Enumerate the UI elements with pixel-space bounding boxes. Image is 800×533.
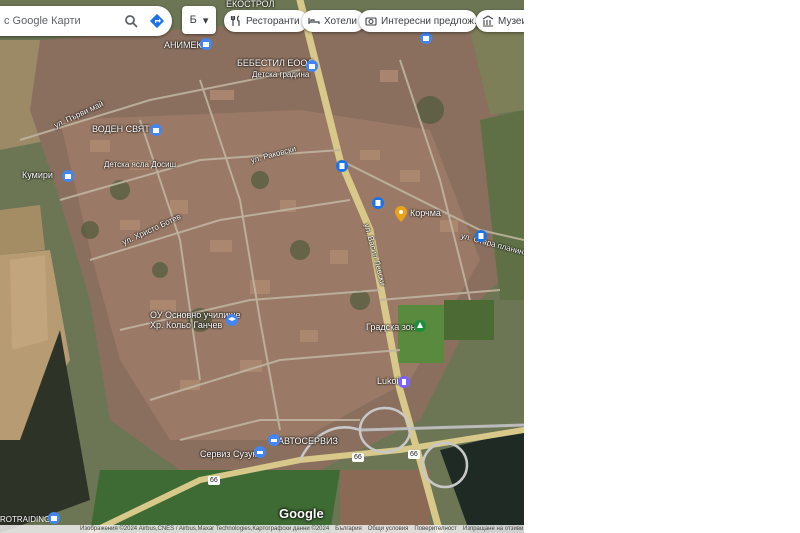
place-label[interactable]: Сервиз Сузуки bbox=[200, 449, 261, 459]
shop-pin-icon[interactable] bbox=[48, 512, 60, 524]
bus-stop-pin-icon[interactable] bbox=[336, 160, 348, 172]
bus-stop-pin-icon[interactable] bbox=[372, 197, 384, 209]
layers-button[interactable]: Б ▾ bbox=[182, 6, 216, 34]
place-label[interactable]: Детска ясла Досиш bbox=[104, 160, 176, 169]
satellite-map[interactable]: ЕКОСТРОЛ АНИМЕКС БЕБЕСТИЛ ЕООД Детска гр… bbox=[0, 0, 524, 533]
search-box[interactable]: с Google Карти bbox=[0, 6, 172, 36]
shop-pin-icon[interactable] bbox=[200, 38, 212, 50]
park-pin-icon[interactable] bbox=[414, 320, 426, 332]
route-shield: 66 bbox=[208, 476, 220, 485]
chip-attractions[interactable]: Интересни предлож... bbox=[359, 10, 477, 32]
place-label[interactable]: Детска градина bbox=[252, 70, 309, 79]
chip-museums[interactable]: Музеи bbox=[476, 10, 524, 32]
footer-country-link[interactable]: България bbox=[335, 526, 362, 532]
footer-terms-link[interactable]: Общи условия bbox=[368, 526, 409, 532]
imagery-attribution: Изображения ©2024 Airbus,CNES / Airbus,M… bbox=[80, 526, 330, 532]
directions-icon[interactable] bbox=[146, 10, 168, 32]
chevron-down-icon: ▾ bbox=[202, 14, 209, 27]
school-pin-icon[interactable] bbox=[226, 314, 238, 326]
place-label[interactable]: ВОДЕН СВЯТ bbox=[92, 124, 150, 134]
shop-pin-icon[interactable] bbox=[62, 170, 74, 182]
layers-label: Б bbox=[189, 14, 197, 26]
place-label[interactable]: ROTRAIDING bbox=[0, 515, 50, 524]
place-label[interactable]: АВТОСЕРВИЗ bbox=[278, 436, 338, 446]
search-icon[interactable] bbox=[120, 10, 142, 32]
chip-label: Музеи bbox=[498, 15, 524, 27]
footer-feedback-link[interactable]: Изпращане на отзиви bbox=[463, 526, 524, 532]
chip-hotels[interactable]: Хотели bbox=[302, 10, 366, 32]
search-input[interactable]: с Google Карти bbox=[4, 15, 120, 27]
chip-label: Хотели bbox=[324, 15, 358, 27]
place-label[interactable]: Градска зона bbox=[366, 322, 421, 332]
bed-icon bbox=[308, 15, 320, 27]
place-label[interactable]: ЕКОСТРОЛ bbox=[226, 0, 274, 9]
camera-icon bbox=[365, 15, 377, 27]
route-shield: 66 bbox=[408, 450, 420, 459]
shop-pin-icon[interactable] bbox=[420, 32, 432, 44]
place-label[interactable]: Кумири bbox=[22, 170, 53, 180]
google-logo: Google bbox=[279, 506, 324, 521]
blank-area bbox=[524, 0, 800, 533]
place-label[interactable]: Корчма bbox=[410, 208, 441, 218]
car-service-pin-icon[interactable] bbox=[254, 446, 266, 458]
location-pin-icon[interactable] bbox=[395, 206, 407, 222]
gas-station-pin-icon[interactable] bbox=[398, 376, 410, 388]
place-label[interactable]: БЕБЕСТИЛ ЕООД bbox=[237, 58, 313, 68]
shop-pin-icon[interactable] bbox=[150, 124, 162, 136]
place-label[interactable]: Хр. Кольо Ганчев bbox=[150, 320, 222, 330]
place-label[interactable]: Lukoil bbox=[377, 376, 401, 386]
car-service-pin-icon[interactable] bbox=[268, 434, 280, 446]
footer-privacy-link[interactable]: Поверителност bbox=[414, 526, 457, 532]
route-shield: 66 bbox=[352, 453, 364, 462]
chip-label: Ресторанти bbox=[246, 15, 300, 27]
chip-restaurants[interactable]: Ресторанти bbox=[224, 10, 308, 32]
chip-label: Интересни предлож... bbox=[381, 15, 477, 27]
fork-knife-icon bbox=[230, 15, 242, 27]
museum-icon bbox=[482, 15, 494, 27]
map-footer: Изображения ©2024 Airbus,CNES / Airbus,M… bbox=[0, 525, 524, 533]
bus-stop-pin-icon[interactable] bbox=[475, 230, 487, 242]
shop-pin-icon[interactable] bbox=[306, 60, 318, 72]
